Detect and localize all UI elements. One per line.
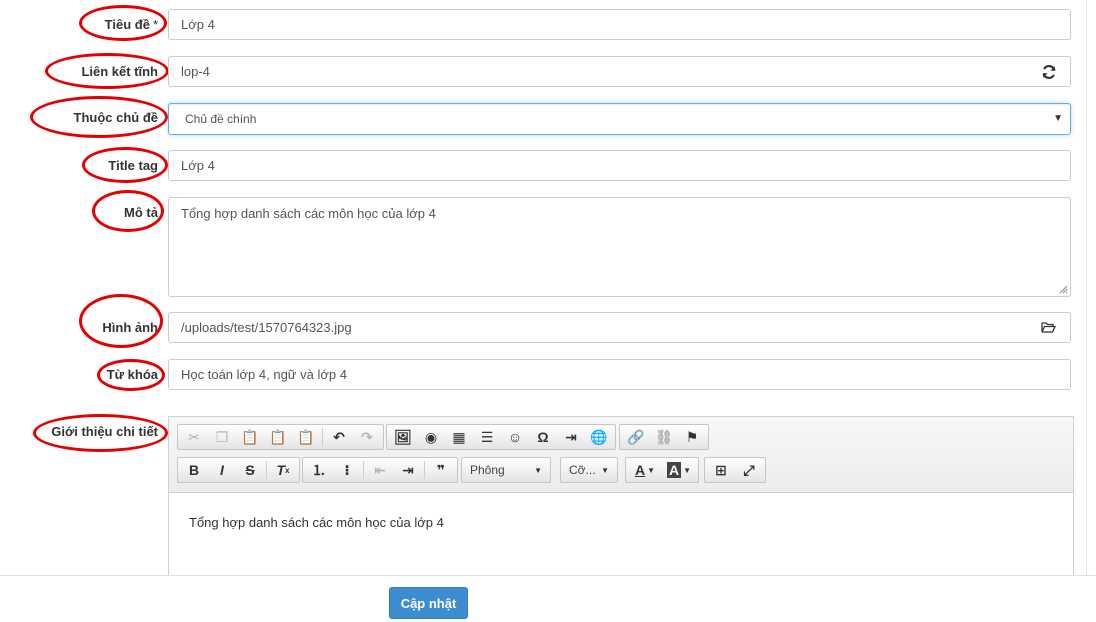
show-blocks-icon[interactable]: ⊞ (707, 459, 735, 481)
image-icon[interactable]: 🖼 (389, 426, 417, 448)
smiley-icon[interactable]: ☺ (501, 426, 529, 448)
remove-format-icon[interactable]: Tx (269, 459, 297, 481)
category-select[interactable]: Chủ đề chính ▼ (168, 103, 1071, 135)
toolbar-separator (266, 461, 267, 479)
paste-icon[interactable]: 📋 (236, 426, 264, 448)
table-icon[interactable]: ▦ (445, 426, 473, 448)
special-char-icon[interactable]: Ω (529, 426, 557, 448)
category-label: Thuộc chủ đề (73, 110, 159, 125)
background-color-icon[interactable]: A ▼ (662, 459, 696, 481)
paragraph-group: ⒈ ⁝ ⇤ ⇥ ❞ (302, 457, 458, 483)
description-textarea[interactable]: Tổng hợp danh sách các môn học của lớp 4 (168, 197, 1071, 297)
bulleted-list-icon[interactable]: ⁝ (333, 459, 361, 481)
italic-icon[interactable]: I (208, 459, 236, 481)
color-group: A ▼ A ▼ (625, 457, 699, 483)
description-text: Tổng hợp danh sách các môn học của lớp 4 (181, 206, 436, 221)
horizontal-line-icon[interactable]: ☰ (473, 426, 501, 448)
copy-icon[interactable]: ❐ (208, 426, 236, 448)
toolbar-separator (363, 461, 364, 479)
numbered-list-icon[interactable]: ⒈ (305, 459, 333, 481)
editor-content[interactable]: Tổng hợp danh sách các môn học của lớp 4 (189, 515, 444, 530)
slug-input[interactable]: lop-4 (168, 56, 1028, 87)
image-path-input[interactable]: /uploads/test/1570764323.jpg (168, 312, 1028, 343)
tools-group: ⊞ ⤢ (704, 457, 766, 483)
font-combo[interactable]: Phông ▼ (461, 457, 551, 483)
form-footer: Cập nhật (0, 575, 1096, 622)
title-tag-label: Title tag (108, 158, 158, 173)
chevron-down-icon: ▼ (601, 465, 609, 475)
link-group: 🔗 ⛓ ⚑ (619, 424, 709, 450)
anchor-flag-icon[interactable]: ⚑ (678, 426, 706, 448)
unlink-icon[interactable]: ⛓ (650, 426, 678, 448)
toolbar-separator (322, 428, 323, 446)
blockquote-icon[interactable]: ❞ (427, 459, 455, 481)
size-combo[interactable]: Cỡ... ▼ (560, 457, 618, 483)
refresh-slug-button[interactable] (1027, 56, 1071, 87)
image-label: Hình ảnh (102, 320, 158, 335)
chevron-down-icon: ▼ (534, 465, 542, 475)
redo-icon[interactable]: ↷ (353, 426, 381, 448)
size-combo-label: Cỡ... (569, 463, 596, 477)
strike-icon[interactable]: S (236, 459, 264, 481)
insert-group: 🖼 ◉ ▦ ☰ ☺ Ω ⇥ 🌐 (386, 424, 616, 450)
cut-icon[interactable]: ✂ (180, 426, 208, 448)
intro-label: Giới thiệu chi tiết (51, 424, 158, 439)
clipboard-group: ✂ ❐ 📋 📋 📋 ↶ ↷ (177, 424, 384, 450)
folder-open-icon (1041, 322, 1056, 333)
indent-icon[interactable]: ⇥ (394, 459, 422, 481)
flash-icon[interactable]: ◉ (417, 426, 445, 448)
resize-grip-icon[interactable] (1059, 285, 1068, 294)
keywords-input[interactable]: Học toán lớp 4, ngữ và lớp 4 (168, 359, 1071, 390)
slug-label: Liên kết tĩnh (81, 64, 158, 79)
update-button[interactable]: Cập nhật (389, 587, 468, 619)
bold-icon[interactable]: B (180, 459, 208, 481)
title-label: Tiêu đề * (104, 17, 158, 32)
keywords-label: Từ khóa (106, 367, 158, 382)
description-label: Mô tả (124, 205, 158, 220)
link-icon[interactable]: 🔗 (622, 426, 650, 448)
toolbar-separator (424, 461, 425, 479)
category-selected-value: Chủ đề chính (185, 112, 257, 126)
iframe-icon[interactable]: 🌐 (585, 426, 613, 448)
page-break-icon[interactable]: ⇥ (557, 426, 585, 448)
refresh-icon (1041, 64, 1056, 79)
outdent-icon[interactable]: ⇤ (366, 459, 394, 481)
maximize-icon[interactable]: ⤢ (735, 459, 763, 481)
paste-text-icon[interactable]: 📋 (264, 426, 292, 448)
rich-text-editor[interactable]: ✂ ❐ 📋 📋 📋 ↶ ↷ 🖼 ◉ ▦ ☰ ☺ Ω ⇥ 🌐 🔗 ⛓ ⚑ B I … (168, 416, 1074, 586)
text-color-icon[interactable]: A ▼ (628, 459, 662, 481)
undo-icon[interactable]: ↶ (325, 426, 353, 448)
title-tag-input[interactable]: Lớp 4 (168, 150, 1071, 181)
paste-word-icon[interactable]: 📋 (292, 426, 320, 448)
font-combo-label: Phông (470, 463, 505, 477)
editor-toolbar: ✂ ❐ 📋 📋 📋 ↶ ↷ 🖼 ◉ ▦ ☰ ☺ Ω ⇥ 🌐 🔗 ⛓ ⚑ B I … (169, 417, 1073, 493)
chevron-down-icon: ▼ (1053, 113, 1063, 124)
basic-style-group: B I S Tx (177, 457, 300, 483)
page-edge-rule (1086, 0, 1087, 575)
title-input[interactable]: Lớp 4 (168, 9, 1071, 40)
browse-image-button[interactable] (1027, 312, 1071, 343)
